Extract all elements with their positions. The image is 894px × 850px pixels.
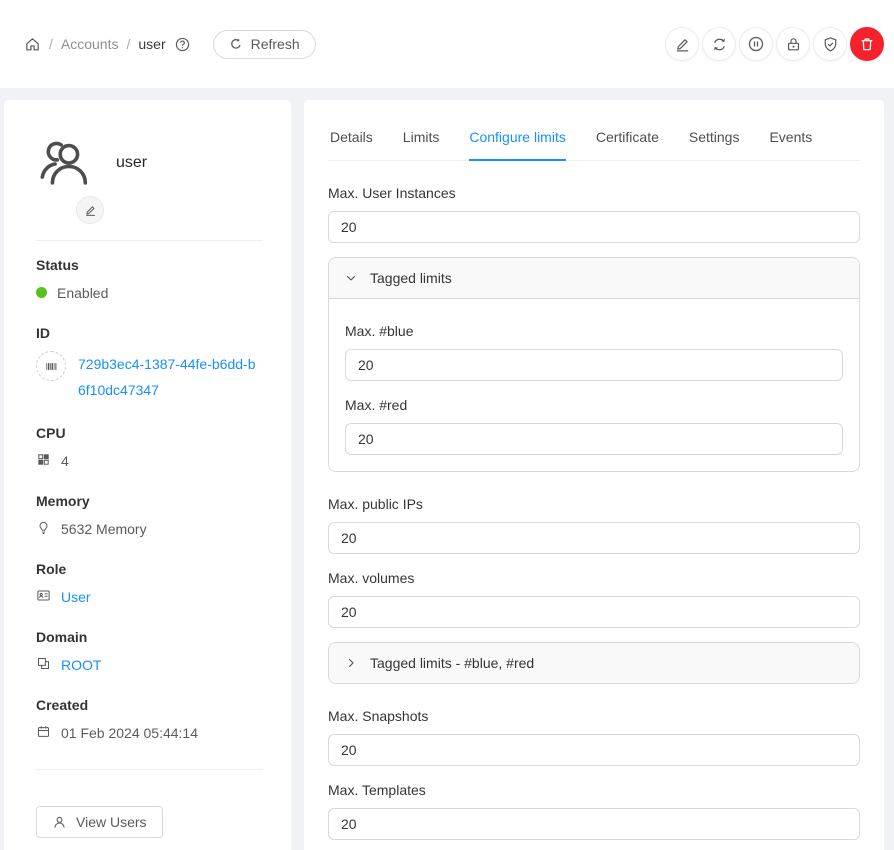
field-label-max-snapshots: Max. Snapshots bbox=[328, 708, 860, 724]
tagged-limits-panel-header[interactable]: Tagged limits bbox=[329, 258, 859, 298]
cpu-block: CPU 4 bbox=[36, 425, 263, 471]
home-icon[interactable] bbox=[24, 36, 41, 53]
edit-icon bbox=[674, 36, 691, 53]
tagged-limits-collapsed-header[interactable]: Tagged limits - #blue, #red bbox=[329, 643, 859, 683]
user-icon bbox=[52, 815, 67, 830]
certificate-button[interactable] bbox=[813, 27, 847, 61]
lock-icon bbox=[785, 36, 802, 53]
id-label: ID bbox=[36, 325, 263, 341]
account-avatar-icon bbox=[36, 134, 94, 192]
field-label-max-volumes: Max. volumes bbox=[328, 570, 860, 586]
domain-link[interactable]: ROOT bbox=[61, 655, 101, 675]
divider bbox=[36, 769, 263, 770]
delete-account-button[interactable] bbox=[850, 27, 884, 61]
field-label-max-templates: Max. Templates bbox=[328, 782, 860, 798]
trash-icon bbox=[859, 36, 875, 52]
field-label-max-public-ips: Max. public IPs bbox=[328, 496, 860, 512]
tab-certificate[interactable]: Certificate bbox=[596, 116, 659, 161]
tab-events[interactable]: Events bbox=[769, 116, 812, 161]
calendar-icon bbox=[36, 724, 51, 739]
breadcrumb: / Accounts / user Refresh bbox=[24, 30, 316, 59]
edit-account-button[interactable] bbox=[665, 27, 699, 61]
idcard-icon bbox=[36, 588, 51, 603]
refresh-label: Refresh bbox=[251, 36, 300, 52]
max-snapshots-input[interactable] bbox=[328, 734, 860, 766]
max-blue-input[interactable] bbox=[345, 349, 843, 381]
status-label: Status bbox=[36, 257, 263, 273]
lock-account-button[interactable] bbox=[776, 27, 810, 61]
created-block: Created 01 Feb 2024 05:44:14 bbox=[36, 697, 263, 743]
view-users-label: View Users bbox=[76, 814, 147, 830]
memory-label: Memory bbox=[36, 493, 263, 509]
panel-title: Tagged limits - #blue, #red bbox=[370, 655, 534, 671]
resource-info-card: user Status Enabled ID 729b3ec4-1387-44f… bbox=[4, 100, 291, 850]
field-label-max-blue: Max. #blue bbox=[345, 323, 843, 339]
max-user-instances-input[interactable] bbox=[328, 211, 860, 243]
field-label-max-red: Max. #red bbox=[345, 397, 843, 413]
tab-configure-limits[interactable]: Configure limits bbox=[469, 116, 565, 161]
tagged-limits-panel: Tagged limits Max. #blue Max. #red bbox=[328, 257, 860, 472]
header-actions bbox=[665, 27, 886, 61]
status-block: Status Enabled bbox=[36, 257, 263, 303]
avatar-row: user bbox=[36, 120, 263, 192]
breadcrumb-accounts[interactable]: Accounts bbox=[61, 36, 119, 52]
configure-limits-form: Max. User Instances Tagged limits Max. #… bbox=[328, 161, 860, 850]
shield-check-icon bbox=[822, 36, 839, 53]
breadcrumb-separator: / bbox=[126, 36, 130, 52]
role-block: Role User bbox=[36, 561, 263, 607]
question-circle-icon[interactable] bbox=[174, 36, 191, 53]
pencil-icon bbox=[84, 204, 97, 217]
role-link[interactable]: User bbox=[61, 587, 91, 607]
view-users-button[interactable]: View Users bbox=[36, 806, 163, 838]
max-public-ips-input[interactable] bbox=[328, 522, 860, 554]
tagged-limits-panel-body: Max. #blue Max. #red bbox=[329, 298, 859, 471]
detail-card: Details Limits Configure limits Certific… bbox=[304, 100, 884, 850]
max-volumes-input[interactable] bbox=[328, 596, 860, 628]
account-name: user bbox=[116, 154, 147, 172]
barcode-icon bbox=[36, 351, 66, 381]
chevron-right-icon bbox=[345, 657, 357, 669]
cpu-grid-icon bbox=[36, 452, 51, 467]
max-templates-input[interactable] bbox=[328, 808, 860, 840]
domain-block: Domain ROOT bbox=[36, 629, 263, 675]
update-resource-count-button[interactable] bbox=[702, 27, 736, 61]
refresh-button[interactable]: Refresh bbox=[213, 30, 316, 59]
domain-label: Domain bbox=[36, 629, 263, 645]
account-id-link[interactable]: 729b3ec4-1387-44fe-b6dd-b6f10dc47347 bbox=[78, 351, 263, 403]
divider bbox=[36, 240, 263, 241]
memory-block: Memory 5632 Memory bbox=[36, 493, 263, 539]
disable-account-button[interactable] bbox=[739, 27, 773, 61]
tagged-limits-collapsed-panel: Tagged limits - #blue, #red bbox=[328, 642, 860, 684]
created-label: Created bbox=[36, 697, 263, 713]
block-icon bbox=[36, 656, 51, 671]
tab-bar: Details Limits Configure limits Certific… bbox=[328, 116, 860, 161]
main-content: user Status Enabled ID 729b3ec4-1387-44f… bbox=[0, 88, 894, 850]
id-block: ID 729b3ec4-1387-44fe-b6dd-b6f10dc47347 bbox=[36, 325, 263, 403]
top-bar: / Accounts / user Refresh bbox=[0, 0, 894, 88]
panel-title: Tagged limits bbox=[370, 270, 452, 286]
cpu-value: 4 bbox=[61, 451, 69, 471]
breadcrumb-current: user bbox=[138, 36, 165, 52]
breadcrumb-separator: / bbox=[49, 36, 53, 52]
sync-icon bbox=[711, 36, 728, 53]
role-label: Role bbox=[36, 561, 263, 577]
tab-settings[interactable]: Settings bbox=[689, 116, 740, 161]
reload-icon bbox=[229, 37, 243, 51]
upload-avatar-button[interactable] bbox=[76, 196, 104, 224]
chevron-down-icon bbox=[345, 272, 357, 284]
tab-limits[interactable]: Limits bbox=[403, 116, 440, 161]
bulb-icon bbox=[36, 520, 51, 535]
created-value: 01 Feb 2024 05:44:14 bbox=[61, 723, 198, 743]
tab-details[interactable]: Details bbox=[330, 116, 373, 161]
memory-value: 5632 Memory bbox=[61, 519, 147, 539]
max-red-input[interactable] bbox=[345, 423, 843, 455]
pause-circle-icon bbox=[747, 35, 765, 53]
status-value: Enabled bbox=[57, 283, 108, 303]
field-label-max-user-instances: Max. User Instances bbox=[328, 185, 860, 201]
cpu-label: CPU bbox=[36, 425, 263, 441]
status-dot bbox=[36, 287, 47, 298]
